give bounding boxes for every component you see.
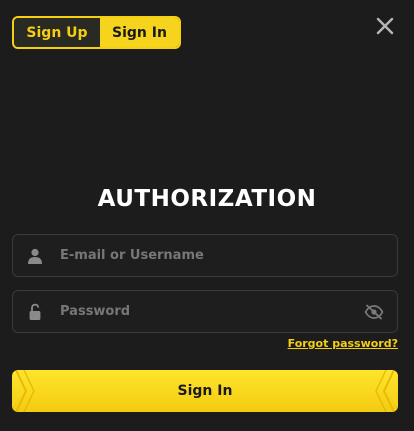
eye-off-icon — [364, 304, 384, 319]
password-field — [12, 290, 398, 333]
lock-icon — [26, 303, 44, 321]
password-input[interactable] — [50, 291, 363, 332]
forgot-password-link[interactable]: Forgot password? — [288, 337, 398, 350]
auth-modal: Sign Up Sign In AUTHORIZATION E-mail or … — [0, 0, 414, 431]
right-ornament-icon — [375, 370, 398, 412]
user-icon — [26, 247, 44, 265]
email-field — [12, 234, 398, 277]
email-input[interactable] — [50, 235, 397, 276]
close-icon — [376, 17, 394, 35]
auth-tabs: Sign Up Sign In — [12, 16, 181, 49]
password-visibility-toggle[interactable] — [363, 301, 385, 323]
close-button[interactable] — [374, 15, 396, 37]
page-title: AUTHORIZATION — [97, 186, 317, 212]
sign-in-button[interactable]: Sign In — [12, 370, 398, 412]
tab-sign-in[interactable]: Sign In — [100, 18, 179, 47]
sign-in-button-label: Sign In — [177, 383, 233, 399]
left-ornament-icon — [12, 370, 35, 412]
tab-sign-up[interactable]: Sign Up — [14, 18, 100, 47]
